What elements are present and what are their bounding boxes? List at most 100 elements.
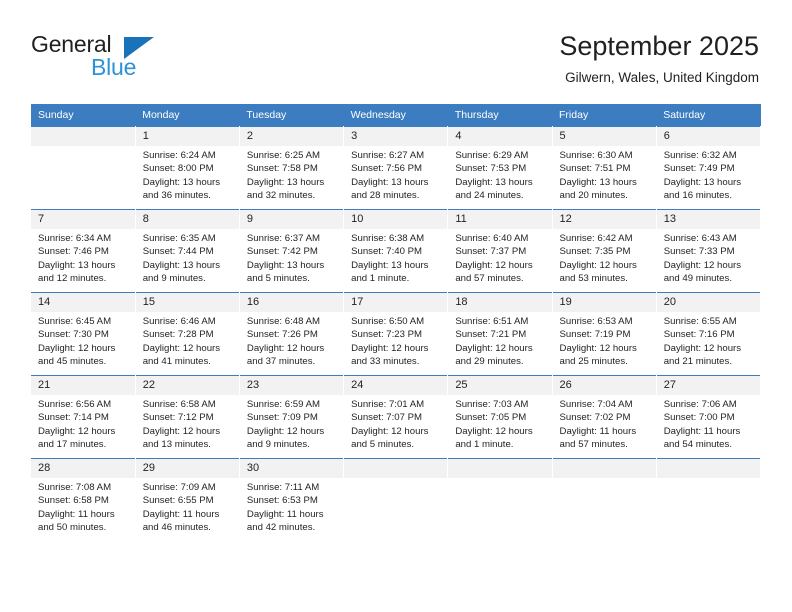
calendar-day-cell[interactable]: 4 Sunrise: 6:29 AM Sunset: 7:53 PM Dayli… [447,126,553,210]
sunset-text: Sunset: 7:30 PM [38,329,109,341]
sunrise-text: Sunrise: 6:50 AM [351,316,425,327]
calendar-day-cell[interactable]: 16 Sunrise: 6:48 AM Sunset: 7:26 PM Dayl… [239,292,345,376]
day-details: Sunrise: 7:08 AM Sunset: 6:58 PM Dayligh… [31,478,135,535]
sunset-text: Sunset: 7:40 PM [351,246,423,258]
daylight-text: Daylight: 13 hours and 20 minutes. [559,176,637,202]
daylight-text: Daylight: 11 hours and 42 minutes. [246,508,324,534]
weekday-header-sunday: Sunday [31,104,136,127]
sunrise-text: Sunrise: 6:32 AM [663,150,737,161]
day-number: 16 [239,293,344,312]
daylight-text: Daylight: 12 hours and 57 minutes. [455,259,533,285]
calendar-day-cell[interactable]: 12 Sunrise: 6:42 AM Sunset: 7:35 PM Dayl… [552,209,657,293]
general-blue-logo: General Blue [31,32,231,80]
sunrise-text: Sunrise: 7:11 AM [246,482,320,493]
calendar-week-row: 28 Sunrise: 7:08 AM Sunset: 6:58 PM Dayl… [31,458,762,541]
daylight-text: Daylight: 13 hours and 28 minutes. [351,176,429,202]
calendar-day-cell[interactable]: 18 Sunrise: 6:51 AM Sunset: 7:21 PM Dayl… [447,292,553,376]
weekday-header-wednesday: Wednesday [343,104,448,127]
calendar-day-cell[interactable]: 23 Sunrise: 6:59 AM Sunset: 7:09 PM Dayl… [239,375,345,459]
day-details: Sunrise: 6:25 AM Sunset: 7:58 PM Dayligh… [240,146,343,203]
calendar-day-cell[interactable]: 21 Sunrise: 6:56 AM Sunset: 7:14 PM Dayl… [31,375,136,459]
calendar-day-cell[interactable]: 28 Sunrise: 7:08 AM Sunset: 6:58 PM Dayl… [31,458,136,541]
sunrise-text: Sunrise: 7:06 AM [663,399,737,410]
calendar-day-cell[interactable]: 25 Sunrise: 7:03 AM Sunset: 7:05 PM Dayl… [447,375,553,459]
day-number: 2 [239,127,344,146]
day-details: Sunrise: 6:35 AM Sunset: 7:44 PM Dayligh… [136,229,239,286]
day-number: 3 [344,127,448,146]
sunset-text: Sunset: 7:58 PM [246,163,318,175]
calendar-body: 1 Sunrise: 6:24 AM Sunset: 8:00 PM Dayli… [31,126,762,541]
day-number: 9 [239,210,344,229]
calendar-week-row: 14 Sunrise: 6:45 AM Sunset: 7:30 PM Dayl… [31,292,762,376]
day-number: 30 [239,459,344,478]
calendar-day-cell[interactable]: 14 Sunrise: 6:45 AM Sunset: 7:30 PM Dayl… [31,292,136,376]
sunrise-text: Sunrise: 7:08 AM [38,482,112,493]
sunset-text: Sunset: 7:49 PM [663,163,735,175]
calendar-day-cell[interactable]: 24 Sunrise: 7:01 AM Sunset: 7:07 PM Dayl… [343,375,449,459]
calendar-day-cell-empty [656,458,762,541]
sunrise-text: Sunrise: 6:27 AM [351,150,425,161]
calendar-day-cell[interactable]: 22 Sunrise: 6:58 AM Sunset: 7:12 PM Dayl… [135,375,240,459]
day-number: 13 [656,210,760,229]
sunrise-text: Sunrise: 6:51 AM [455,316,529,327]
daylight-text: Daylight: 11 hours and 57 minutes. [559,425,637,451]
day-number: 20 [656,293,760,312]
calendar-day-cell[interactable]: 29 Sunrise: 7:09 AM Sunset: 6:55 PM Dayl… [135,458,240,541]
calendar-day-cell[interactable]: 1 Sunrise: 6:24 AM Sunset: 8:00 PM Dayli… [135,126,240,210]
calendar-day-cell[interactable]: 15 Sunrise: 6:46 AM Sunset: 7:28 PM Dayl… [135,292,240,376]
calendar-day-cell[interactable]: 7 Sunrise: 6:34 AM Sunset: 7:46 PM Dayli… [31,209,136,293]
sunrise-text: Sunrise: 6:45 AM [38,316,112,327]
calendar-day-cell[interactable]: 6 Sunrise: 6:32 AM Sunset: 7:49 PM Dayli… [656,126,762,210]
daylight-text: Daylight: 12 hours and 21 minutes. [663,342,742,368]
daylight-text: Daylight: 13 hours and 5 minutes. [246,259,325,285]
calendar-day-cell[interactable]: 27 Sunrise: 7:06 AM Sunset: 7:00 PM Dayl… [656,375,762,459]
calendar-week-row: 7 Sunrise: 6:34 AM Sunset: 7:46 PM Dayli… [31,209,762,293]
sunrise-text: Sunrise: 7:03 AM [455,399,529,410]
day-details: Sunrise: 6:37 AM Sunset: 7:42 PM Dayligh… [240,229,343,286]
calendar-header-row: Sunday Monday Tuesday Wednesday Thursday… [31,104,761,127]
day-number: 6 [656,127,760,146]
daylight-text: Daylight: 12 hours and 41 minutes. [142,342,221,368]
day-number: 24 [344,376,448,395]
daylight-text: Daylight: 13 hours and 36 minutes. [142,176,221,202]
calendar-day-cell[interactable]: 19 Sunrise: 6:53 AM Sunset: 7:19 PM Dayl… [552,292,657,376]
calendar-day-cell[interactable]: 2 Sunrise: 6:25 AM Sunset: 7:58 PM Dayli… [239,126,345,210]
daylight-text: Daylight: 11 hours and 46 minutes. [142,508,220,534]
calendar-day-cell[interactable]: 13 Sunrise: 6:43 AM Sunset: 7:33 PM Dayl… [656,209,762,293]
day-details: Sunrise: 6:56 AM Sunset: 7:14 PM Dayligh… [31,395,135,452]
sunrise-text: Sunrise: 6:37 AM [246,233,320,244]
day-details: Sunrise: 6:24 AM Sunset: 8:00 PM Dayligh… [136,146,239,203]
calendar-day-cell[interactable]: 11 Sunrise: 6:40 AM Sunset: 7:37 PM Dayl… [447,209,553,293]
sunset-text: Sunset: 7:16 PM [663,329,735,341]
sunset-text: Sunset: 7:33 PM [663,246,735,258]
sunrise-text: Sunrise: 6:53 AM [559,316,633,327]
sunrise-text: Sunrise: 6:38 AM [351,233,425,244]
sunset-text: Sunset: 7:42 PM [246,246,318,258]
calendar-day-cell[interactable]: 30 Sunrise: 7:11 AM Sunset: 6:53 PM Dayl… [239,458,345,541]
calendar-day-cell[interactable]: 26 Sunrise: 7:04 AM Sunset: 7:02 PM Dayl… [552,375,657,459]
day-number: 19 [552,293,656,312]
day-details: Sunrise: 7:03 AM Sunset: 7:05 PM Dayligh… [448,395,551,452]
daylight-text: Daylight: 12 hours and 13 minutes. [142,425,221,451]
calendar-day-cell[interactable]: 17 Sunrise: 6:50 AM Sunset: 7:23 PM Dayl… [343,292,449,376]
calendar-day-cell[interactable]: 10 Sunrise: 6:38 AM Sunset: 7:40 PM Dayl… [343,209,449,293]
calendar-day-cell[interactable]: 9 Sunrise: 6:37 AM Sunset: 7:42 PM Dayli… [239,209,345,293]
calendar-day-cell[interactable] [31,126,136,210]
sunset-text: Sunset: 6:53 PM [246,495,318,507]
calendar-day-cell[interactable]: 8 Sunrise: 6:35 AM Sunset: 7:44 PM Dayli… [135,209,240,293]
calendar-day-cell[interactable]: 3 Sunrise: 6:27 AM Sunset: 7:56 PM Dayli… [343,126,449,210]
calendar-page: General Blue September 2025 Gilwern, Wal… [0,0,792,612]
day-number: 12 [552,210,656,229]
daylight-text: Daylight: 11 hours and 50 minutes. [38,508,115,534]
daylight-text: Daylight: 12 hours and 17 minutes. [38,425,116,451]
sunset-text: Sunset: 7:56 PM [351,163,423,175]
calendar-day-cell[interactable]: 5 Sunrise: 6:30 AM Sunset: 7:51 PM Dayli… [552,126,657,210]
weekday-header-monday: Monday [135,104,240,127]
day-number: 21 [31,376,135,395]
day-details: Sunrise: 6:45 AM Sunset: 7:30 PM Dayligh… [31,312,135,369]
calendar-day-cell[interactable]: 20 Sunrise: 6:55 AM Sunset: 7:16 PM Dayl… [656,292,762,376]
sunset-text: Sunset: 7:21 PM [455,329,527,341]
day-number: 29 [135,459,239,478]
sunrise-text: Sunrise: 6:35 AM [142,233,216,244]
day-number: 14 [31,293,135,312]
